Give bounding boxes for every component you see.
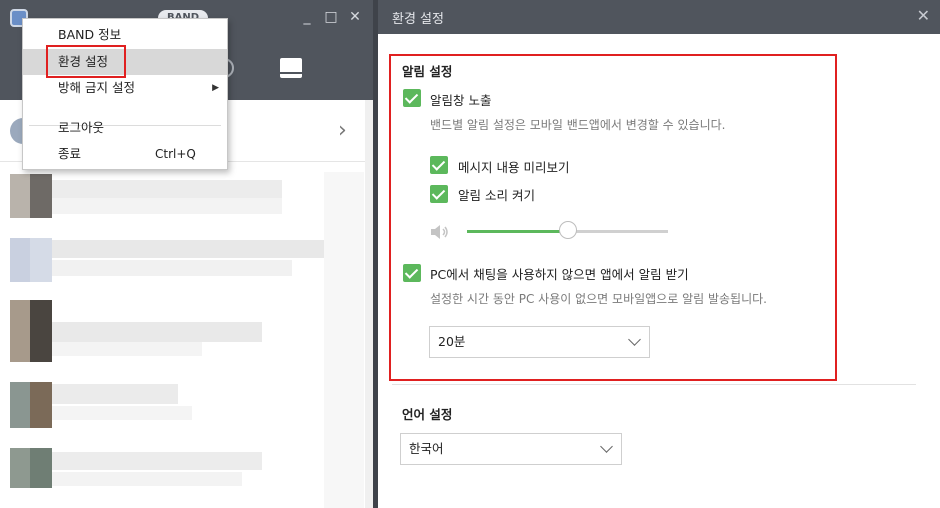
- pc-idle-alert-label: PC에서 채팅을 사용하지 않으면 앱에서 알림 받기: [430, 267, 689, 282]
- settings-title: 환경 설정: [392, 12, 444, 27]
- volume-icon: [431, 225, 448, 239]
- notification-popup-description: 밴드별 알림 설정은 모바일 밴드앱에서 변경할 수 있습니다.: [430, 118, 726, 132]
- chevron-right-icon[interactable]: ›: [338, 118, 347, 143]
- message-preview-checkbox[interactable]: [430, 156, 448, 174]
- menu-item-label: 종료: [58, 146, 82, 161]
- notification-section-title: 알림 설정: [402, 64, 453, 79]
- close-icon[interactable]: ✕: [346, 8, 364, 26]
- settings-titlebar: 환경 설정 ✕: [378, 0, 940, 34]
- idle-time-value: 20분: [438, 334, 466, 349]
- menu-item-exit[interactable]: 종료 Ctrl+Q: [23, 141, 227, 167]
- language-value: 한국어: [409, 441, 444, 456]
- idle-time-select[interactable]: 20분: [429, 326, 650, 358]
- pc-idle-alert-description: 설정한 시간 동안 PC 사용이 없으면 모바일앱으로 알림 발송됩니다.: [430, 292, 767, 306]
- volume-slider-thumb[interactable]: [558, 221, 577, 239]
- chat-list-scrollbar[interactable]: [365, 100, 373, 508]
- menu-item-label: BAND 정보: [58, 27, 122, 42]
- minimize-icon[interactable]: _: [298, 8, 316, 26]
- close-icon[interactable]: ✕: [917, 6, 930, 25]
- maximize-icon[interactable]: □: [322, 8, 340, 26]
- sound-on-checkbox[interactable]: [430, 185, 448, 203]
- submenu-arrow-icon: ▶: [212, 83, 219, 93]
- menu-item-label: 방해 금지 설정: [58, 80, 135, 95]
- menu-item-do-not-disturb[interactable]: 방해 금지 설정 ▶: [23, 75, 227, 101]
- band-main-window: BAND _ □ ✕ ›: [0, 0, 373, 508]
- language-select[interactable]: 한국어: [400, 433, 622, 465]
- section-divider: [392, 384, 916, 385]
- chevron-down-icon: [628, 333, 641, 346]
- band-list-tab-icon[interactable]: [280, 58, 302, 78]
- notification-popup-label: 알림창 노출: [430, 93, 492, 108]
- menu-item-logout[interactable]: 로그아웃: [23, 115, 227, 141]
- volume-slider-fill: [467, 230, 568, 233]
- menu-item-label: 로그아웃: [58, 120, 105, 135]
- sound-on-label: 알림 소리 켜기: [458, 188, 535, 203]
- settings-dialog: 환경 설정 ✕ 알림 설정 알림창 노출 밴드별 알림 설정은 모바일 밴드앱에…: [378, 0, 940, 508]
- language-section-title: 언어 설정: [402, 407, 453, 422]
- app-context-menu: BAND 정보 환경 설정 방해 금지 설정 ▶ 로그아웃 종료 Ctrl+Q: [22, 18, 228, 170]
- notification-popup-checkbox[interactable]: [403, 89, 421, 107]
- pc-idle-alert-checkbox[interactable]: [403, 264, 421, 282]
- highlight-box-settings: [46, 45, 126, 78]
- chevron-down-icon: [600, 440, 613, 453]
- blurred-chat-list: [0, 172, 365, 508]
- message-preview-label: 메시지 내용 미리보기: [458, 160, 570, 175]
- menu-shortcut: Ctrl+Q: [155, 147, 196, 161]
